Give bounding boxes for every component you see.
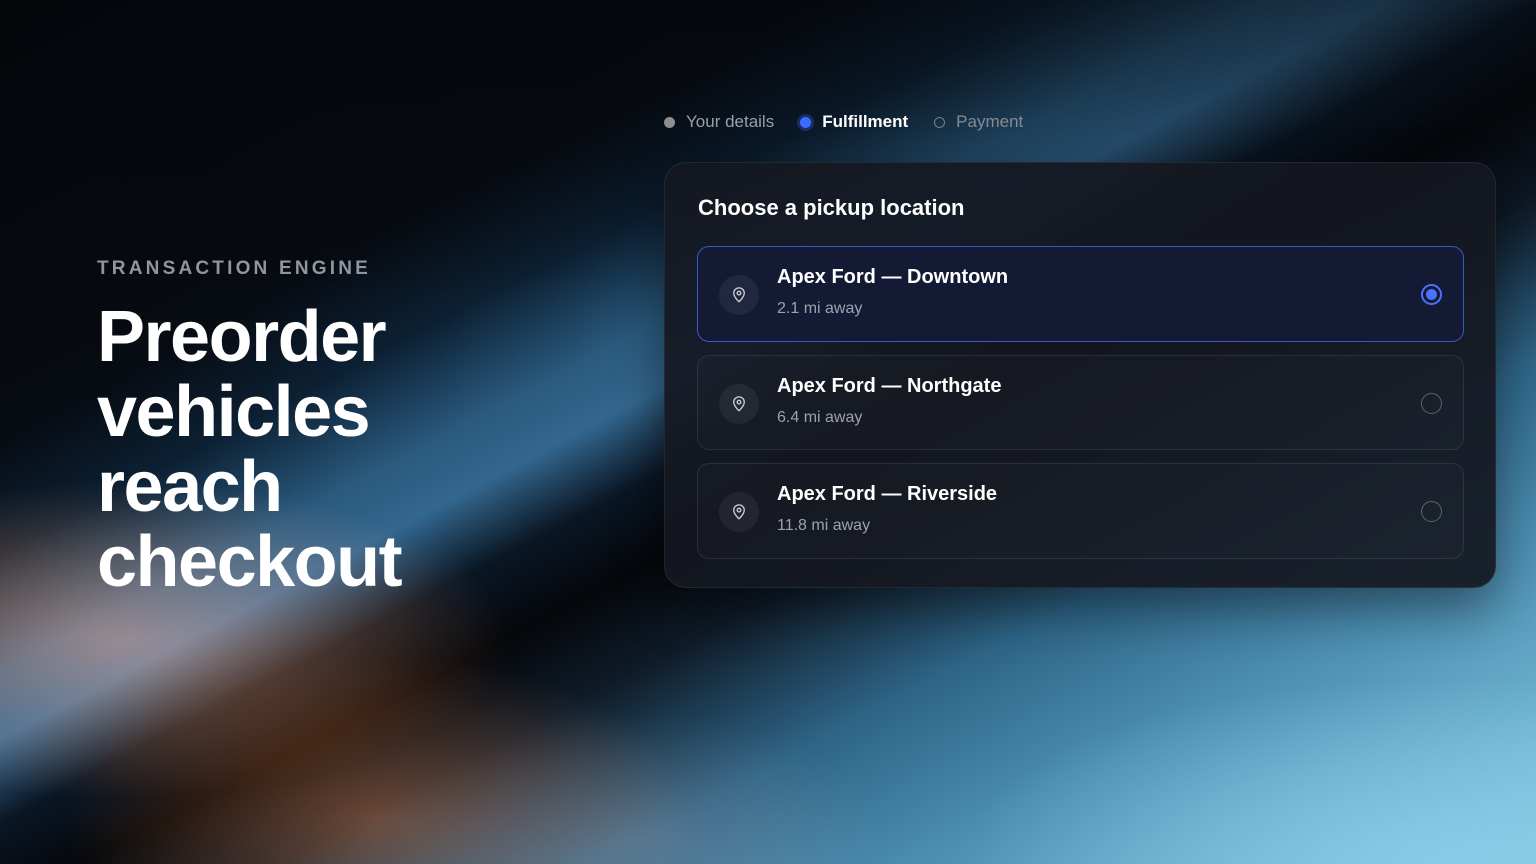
step-payment[interactable]: Payment <box>934 112 1023 132</box>
hero: TRANSACTION ENGINE Preorder vehicles rea… <box>97 258 517 600</box>
location-name: Apex Ford — Northgate <box>777 375 1002 397</box>
map-pin-icon <box>719 492 759 532</box>
map-pin-icon <box>719 384 759 424</box>
step-label: Your details <box>686 112 775 131</box>
radio-button-checked[interactable] <box>1421 284 1442 305</box>
step-pending-dot-icon <box>934 116 946 128</box>
pickup-option-northgate[interactable]: Apex Ford — Northgate 6.4 mi away <box>697 355 1464 450</box>
pickup-location-card: Choose a pickup location Apex Ford — Dow… <box>664 162 1496 588</box>
location-distance: 11.8 mi away <box>777 517 871 534</box>
eyebrow-label: TRANSACTION ENGINE <box>97 258 371 279</box>
step-label: Fulfillment <box>822 112 909 131</box>
radio-button[interactable] <box>1421 393 1442 414</box>
map-pin-icon <box>719 275 759 315</box>
location-name: Apex Ford — Downtown <box>777 266 1009 288</box>
location-distance: 2.1 mi away <box>777 300 863 317</box>
card-title: Choose a pickup location <box>698 195 965 220</box>
step-fulfillment[interactable]: Fulfillment <box>800 112 908 132</box>
step-label: Payment <box>956 112 1024 131</box>
location-name: Apex Ford — Riverside <box>777 483 998 505</box>
pickup-option-downtown[interactable]: Apex Ford — Downtown 2.1 mi away <box>697 246 1464 342</box>
radio-button[interactable] <box>1421 501 1442 522</box>
checkout-stepper: Your details Fulfillment Payment <box>664 110 1049 134</box>
step-active-dot-icon <box>800 116 812 128</box>
pickup-option-riverside[interactable]: Apex Ford — Riverside 11.8 mi away <box>697 463 1464 559</box>
step-your-details[interactable]: Your details <box>664 112 774 132</box>
location-distance: 6.4 mi away <box>777 409 863 426</box>
step-complete-dot-icon <box>664 116 675 128</box>
hero-headline: Preorder vehicles reach checkout <box>97 297 403 602</box>
